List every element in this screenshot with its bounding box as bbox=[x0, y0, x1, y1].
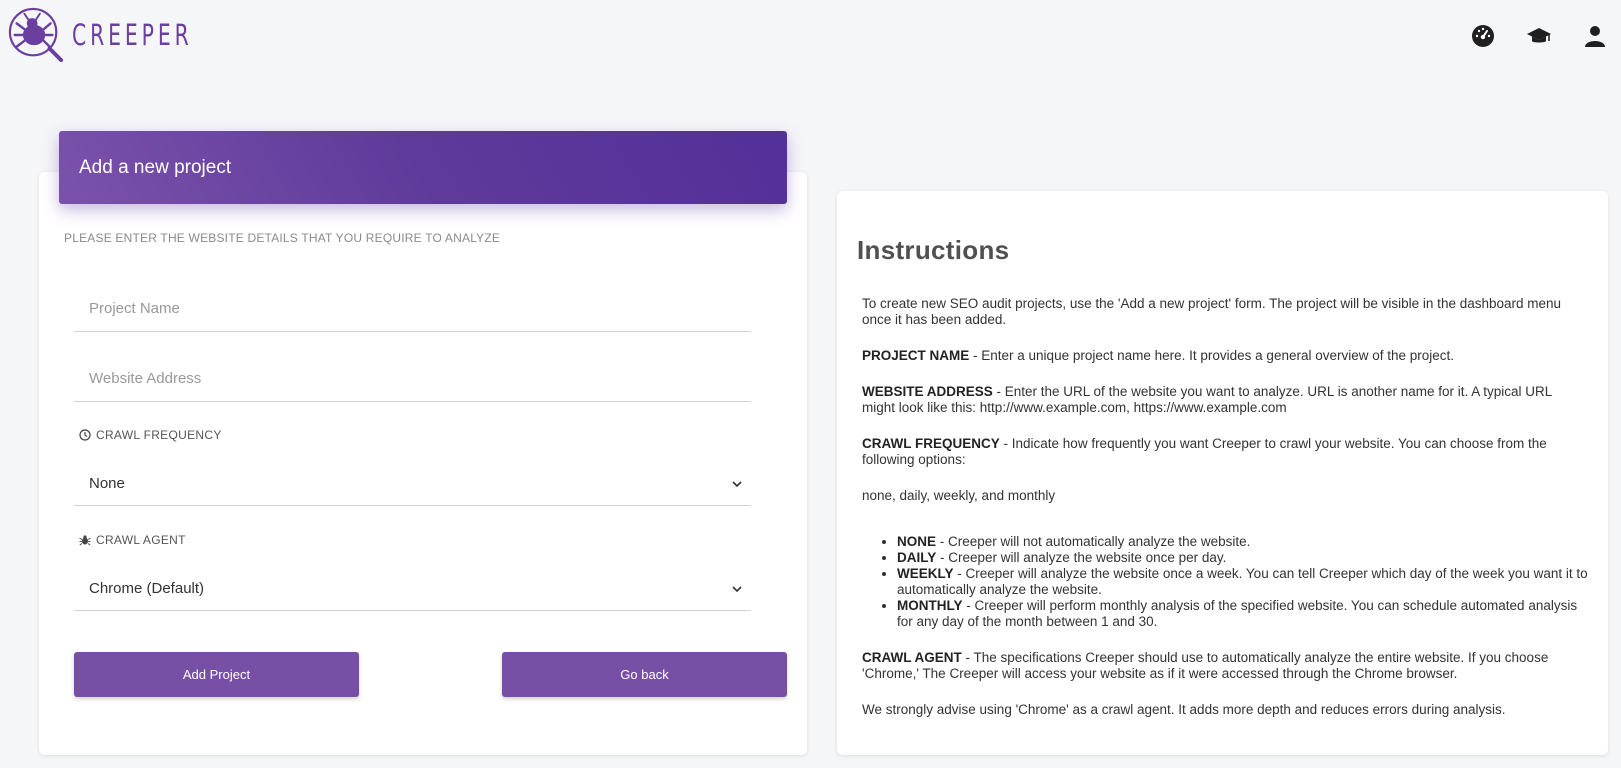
form-subtitle: PLEASE ENTER THE WEBSITE DETAILS THAT YO… bbox=[64, 231, 501, 245]
crawl-frequency-select[interactable]: None bbox=[74, 462, 751, 506]
header-toolbar bbox=[1471, 24, 1607, 48]
term-label: WEEKLY bbox=[897, 566, 954, 581]
crawl-frequency-value: None bbox=[89, 475, 125, 492]
website-address-input[interactable] bbox=[74, 355, 751, 401]
instructions-website-address: WEBSITE ADDRESS - Enter the URL of the w… bbox=[862, 384, 1588, 416]
graduation-cap-icon[interactable] bbox=[1527, 24, 1551, 48]
bug-icon bbox=[79, 535, 91, 546]
list-item: DAILY - Creeper will analyze the website… bbox=[897, 550, 1588, 566]
crawl-agent-value: Chrome (Default) bbox=[89, 580, 205, 597]
logo-wordmark: CREEPER bbox=[72, 18, 193, 52]
app-logo[interactable]: CREEPER bbox=[7, 6, 227, 64]
add-project-button[interactable]: Add Project bbox=[74, 652, 359, 697]
instructions-project-name: PROJECT NAME - Enter a unique project na… bbox=[862, 348, 1588, 364]
chevron-down-icon bbox=[732, 585, 742, 592]
term-label: PROJECT NAME bbox=[862, 348, 970, 363]
term-description: - Enter a unique project name here. It p… bbox=[969, 348, 1455, 363]
list-item: MONTHLY - Creeper will perform monthly a… bbox=[897, 598, 1588, 630]
instructions-advice: We strongly advise using 'Chrome' as a c… bbox=[862, 702, 1506, 717]
instructions-crawl-agent: CRAWL AGENT - The specifications Creeper… bbox=[862, 650, 1588, 682]
instructions-title: Instructions bbox=[857, 235, 1010, 265]
term-label: NONE bbox=[897, 534, 937, 549]
website-address-field bbox=[74, 355, 751, 402]
term-description: - Creeper will analyze the website once … bbox=[936, 550, 1227, 565]
clock-icon bbox=[79, 429, 91, 441]
crawl-agent-label: CRAWL AGENT bbox=[79, 533, 186, 547]
crawl-frequency-label: CRAWL FREQUENCY bbox=[79, 428, 222, 442]
dashboard-icon[interactable] bbox=[1471, 24, 1495, 48]
crawl-agent-select[interactable]: Chrome (Default) bbox=[74, 567, 751, 611]
instructions-card: Instructions To create new SEO audit pro… bbox=[837, 191, 1608, 755]
term-description: - Creeper will perform monthly analysis … bbox=[897, 598, 1578, 629]
instructions-body: To create new SEO audit projects, use th… bbox=[857, 296, 1588, 718]
crawl-frequency-label-text: CRAWL FREQUENCY bbox=[96, 428, 222, 442]
instructions-crawl-frequency: CRAWL FREQUENCY - Indicate how frequentl… bbox=[862, 436, 1588, 468]
user-icon[interactable] bbox=[1583, 24, 1607, 48]
project-name-input[interactable] bbox=[74, 285, 751, 331]
instructions-intro: To create new SEO audit projects, use th… bbox=[862, 296, 1562, 327]
term-label: CRAWL FREQUENCY bbox=[862, 436, 1000, 451]
term-description: - The specifications Creeper should use … bbox=[862, 650, 1549, 681]
term-label: MONTHLY bbox=[897, 598, 963, 613]
form-title: Add a new project bbox=[79, 156, 232, 178]
list-item: WEEKLY - Creeper will analyze the websit… bbox=[897, 566, 1588, 598]
project-name-field bbox=[74, 285, 751, 332]
frequency-options-list: NONE - Creeper will not automatically an… bbox=[897, 534, 1588, 630]
list-item: NONE - Creeper will not automatically an… bbox=[897, 534, 1588, 550]
go-back-button[interactable]: Go back bbox=[502, 652, 787, 697]
term-label: WEBSITE ADDRESS bbox=[862, 384, 993, 399]
instructions-options-line: none, daily, weekly, and monthly bbox=[862, 488, 1056, 503]
term-label: DAILY bbox=[897, 550, 937, 565]
chevron-down-icon bbox=[732, 480, 742, 487]
crawl-agent-label-text: CRAWL AGENT bbox=[96, 533, 186, 547]
add-project-card-header: Add a new project bbox=[59, 131, 787, 204]
creeper-logo-icon bbox=[8, 7, 64, 63]
term-label: CRAWL AGENT bbox=[862, 650, 962, 665]
term-description: - Creeper will analyze the website once … bbox=[897, 566, 1588, 597]
term-description: - Creeper will not automatically analyze… bbox=[936, 534, 1251, 549]
